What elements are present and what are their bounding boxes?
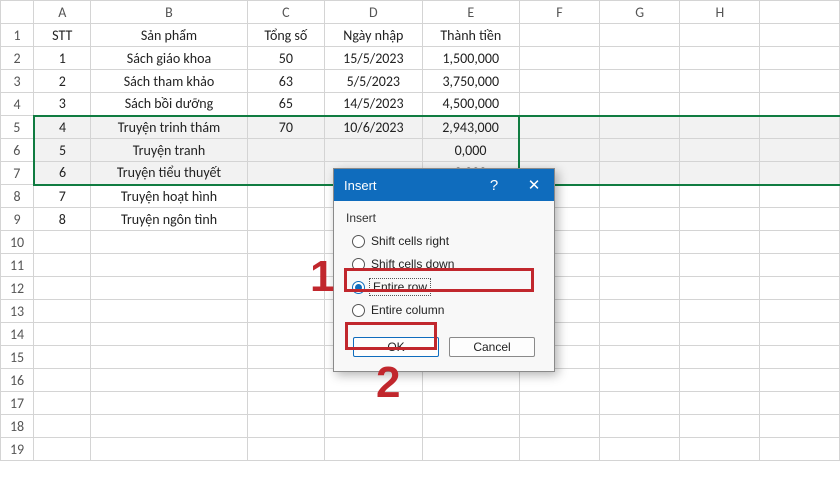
- help-button[interactable]: ?: [474, 169, 514, 201]
- cell[interactable]: [600, 24, 680, 47]
- radio-icon: [352, 258, 365, 271]
- option-label: Entire column: [371, 303, 444, 317]
- dialog-title: Insert: [344, 178, 377, 193]
- option-entire-column[interactable]: Entire column: [352, 300, 542, 320]
- row-header[interactable]: 1: [1, 24, 34, 47]
- insert-dialog: Insert ? ✕ Insert Shift cells right Shif…: [333, 168, 555, 372]
- cell[interactable]: 50: [247, 47, 325, 70]
- option-label: Shift cells right: [371, 234, 449, 248]
- option-shift-down[interactable]: Shift cells down: [352, 254, 542, 274]
- col-header[interactable]: G: [600, 1, 680, 24]
- row-header[interactable]: 13: [1, 300, 34, 323]
- row-header[interactable]: 6: [1, 139, 34, 162]
- row-header[interactable]: 17: [1, 392, 34, 415]
- row-header[interactable]: 9: [1, 208, 34, 231]
- cancel-button[interactable]: Cancel: [449, 337, 535, 357]
- ok-button[interactable]: OK: [353, 337, 439, 357]
- table-row: 1 STT Sản phẩm Tổng số Ngày nhập Thành t…: [1, 24, 840, 47]
- row-header[interactable]: 7: [1, 162, 34, 185]
- cell[interactable]: 1: [34, 47, 91, 70]
- radio-icon: [352, 235, 365, 248]
- row-header[interactable]: 15: [1, 346, 34, 369]
- option-label: Entire row: [371, 280, 429, 294]
- cell[interactable]: STT: [34, 24, 91, 47]
- row-header[interactable]: 16: [1, 369, 34, 392]
- cell[interactable]: [519, 24, 599, 47]
- table-row-selected: 5 4Truyện trinh thám7010/6/20232,943,000: [1, 116, 840, 139]
- group-label: Insert: [346, 211, 542, 225]
- cell[interactable]: Sản phẩm: [91, 24, 247, 47]
- dialog-titlebar[interactable]: Insert ? ✕: [334, 169, 554, 201]
- row-header[interactable]: 4: [1, 93, 34, 116]
- col-header[interactable]: F: [519, 1, 599, 24]
- table-row: 2 1Sách giáo khoa5015/5/20231,500,000: [1, 47, 840, 70]
- col-header[interactable]: D: [325, 1, 422, 24]
- radio-icon: [352, 304, 365, 317]
- option-shift-right[interactable]: Shift cells right: [352, 231, 542, 251]
- cell[interactable]: Ngày nhập: [325, 24, 422, 47]
- cell[interactable]: 15/5/2023: [325, 47, 422, 70]
- col-header[interactable]: B: [91, 1, 247, 24]
- table-row: 3 2Sách tham khảo635/5/20233,750,000: [1, 70, 840, 93]
- table-row: 4 3Sách bồi dưỡng6514/5/20234,500,000: [1, 93, 840, 116]
- select-all-corner[interactable]: [1, 1, 34, 24]
- row-header[interactable]: 2: [1, 47, 34, 70]
- col-header[interactable]: C: [247, 1, 325, 24]
- option-entire-row[interactable]: Entire row: [352, 277, 542, 297]
- row-header[interactable]: 3: [1, 70, 34, 93]
- row-header[interactable]: 19: [1, 438, 34, 461]
- close-button[interactable]: ✕: [514, 169, 554, 201]
- row-header[interactable]: 12: [1, 277, 34, 300]
- row-header[interactable]: 18: [1, 415, 34, 438]
- row-header[interactable]: 14: [1, 323, 34, 346]
- cell[interactable]: 1,500,000: [422, 47, 519, 70]
- col-header[interactable]: E: [422, 1, 519, 24]
- row-header[interactable]: 5: [1, 116, 34, 139]
- col-header[interactable]: H: [680, 1, 760, 24]
- col-header[interactable]: A: [34, 1, 91, 24]
- cell[interactable]: [760, 24, 840, 47]
- radio-icon: [352, 281, 365, 294]
- cell[interactable]: Tổng số: [247, 24, 325, 47]
- row-header[interactable]: 11: [1, 254, 34, 277]
- row-header[interactable]: 10: [1, 231, 34, 254]
- cell[interactable]: Thành tiền: [422, 24, 519, 47]
- table-row-selected: 6 5Truyện tranh0,000: [1, 139, 840, 162]
- cell[interactable]: Sách giáo khoa: [91, 47, 247, 70]
- option-label: Shift cells down: [371, 257, 454, 271]
- row-header[interactable]: 8: [1, 185, 34, 208]
- cell[interactable]: [680, 24, 760, 47]
- col-header[interactable]: [760, 1, 840, 24]
